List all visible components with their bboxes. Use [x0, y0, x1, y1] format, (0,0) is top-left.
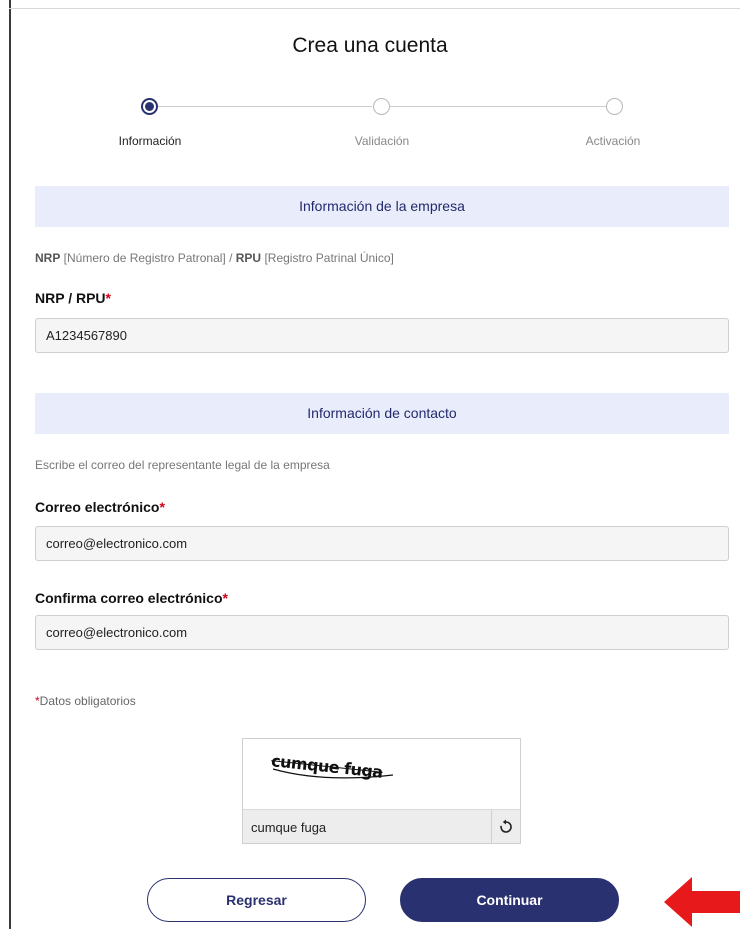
- refresh-icon-glyph: [500, 819, 512, 833]
- back-button[interactable]: Regresar: [147, 878, 366, 922]
- confirm-email-input[interactable]: [35, 615, 729, 650]
- confirm-email-label-text: Confirma correo electrónico: [35, 590, 223, 606]
- nrp-rpu-input[interactable]: [35, 318, 729, 353]
- step-activacion-label: Activación: [585, 134, 641, 148]
- captcha-image: cumque fuga: [243, 739, 520, 809]
- step-activacion-indicator: [606, 98, 623, 115]
- window-top-border: [9, 8, 740, 9]
- step-validacion-indicator: [373, 98, 390, 115]
- contact-section-header: Información de contacto: [35, 393, 729, 434]
- nrp-abbr: NRP: [35, 251, 61, 265]
- captcha-widget: cumque fuga: [242, 738, 521, 844]
- required-asterisk: *: [159, 499, 165, 515]
- nrp-desc: [Número de Registro Patronal] /: [60, 251, 236, 265]
- refresh-icon[interactable]: [491, 810, 520, 844]
- stepper: Información Validación Activación: [0, 96, 740, 156]
- stepper-line-1: [158, 106, 372, 107]
- email-input[interactable]: [35, 526, 729, 561]
- page-title: Crea una cuenta: [292, 34, 448, 57]
- rpu-desc: [Registro Patrinal Único]: [261, 251, 394, 265]
- required-note-text: Datos obligatorios: [39, 694, 136, 708]
- step-validacion-label: Validación: [354, 134, 410, 148]
- rpu-abbr: RPU: [235, 251, 262, 265]
- confirm-email-label: Confirma correo electrónico*: [35, 590, 228, 606]
- nrp-rpu-label: NRP / RPU*: [35, 290, 111, 306]
- step-informacion-label: Información: [118, 134, 182, 148]
- contact-section-note: Escribe el correo del representante lega…: [35, 458, 330, 472]
- email-label-text: Correo electrónico: [35, 499, 160, 515]
- captcha-input[interactable]: [249, 815, 489, 839]
- annotation-arrow-icon: [664, 877, 740, 927]
- required-fields-note: *Datos obligatorios: [35, 694, 136, 708]
- step-informacion-indicator: [141, 98, 158, 115]
- company-section-note: NRP [Número de Registro Patronal] / RPU …: [35, 251, 394, 265]
- email-label: Correo electrónico*: [35, 499, 165, 515]
- required-asterisk: *: [105, 290, 111, 306]
- company-section-header: Información de la empresa: [35, 186, 729, 227]
- captcha-input-row: [243, 809, 520, 844]
- stepper-line-2: [390, 106, 616, 107]
- nrp-rpu-label-text: NRP / RPU: [35, 290, 106, 306]
- continue-button[interactable]: Continuar: [400, 878, 619, 922]
- required-asterisk: *: [222, 590, 228, 606]
